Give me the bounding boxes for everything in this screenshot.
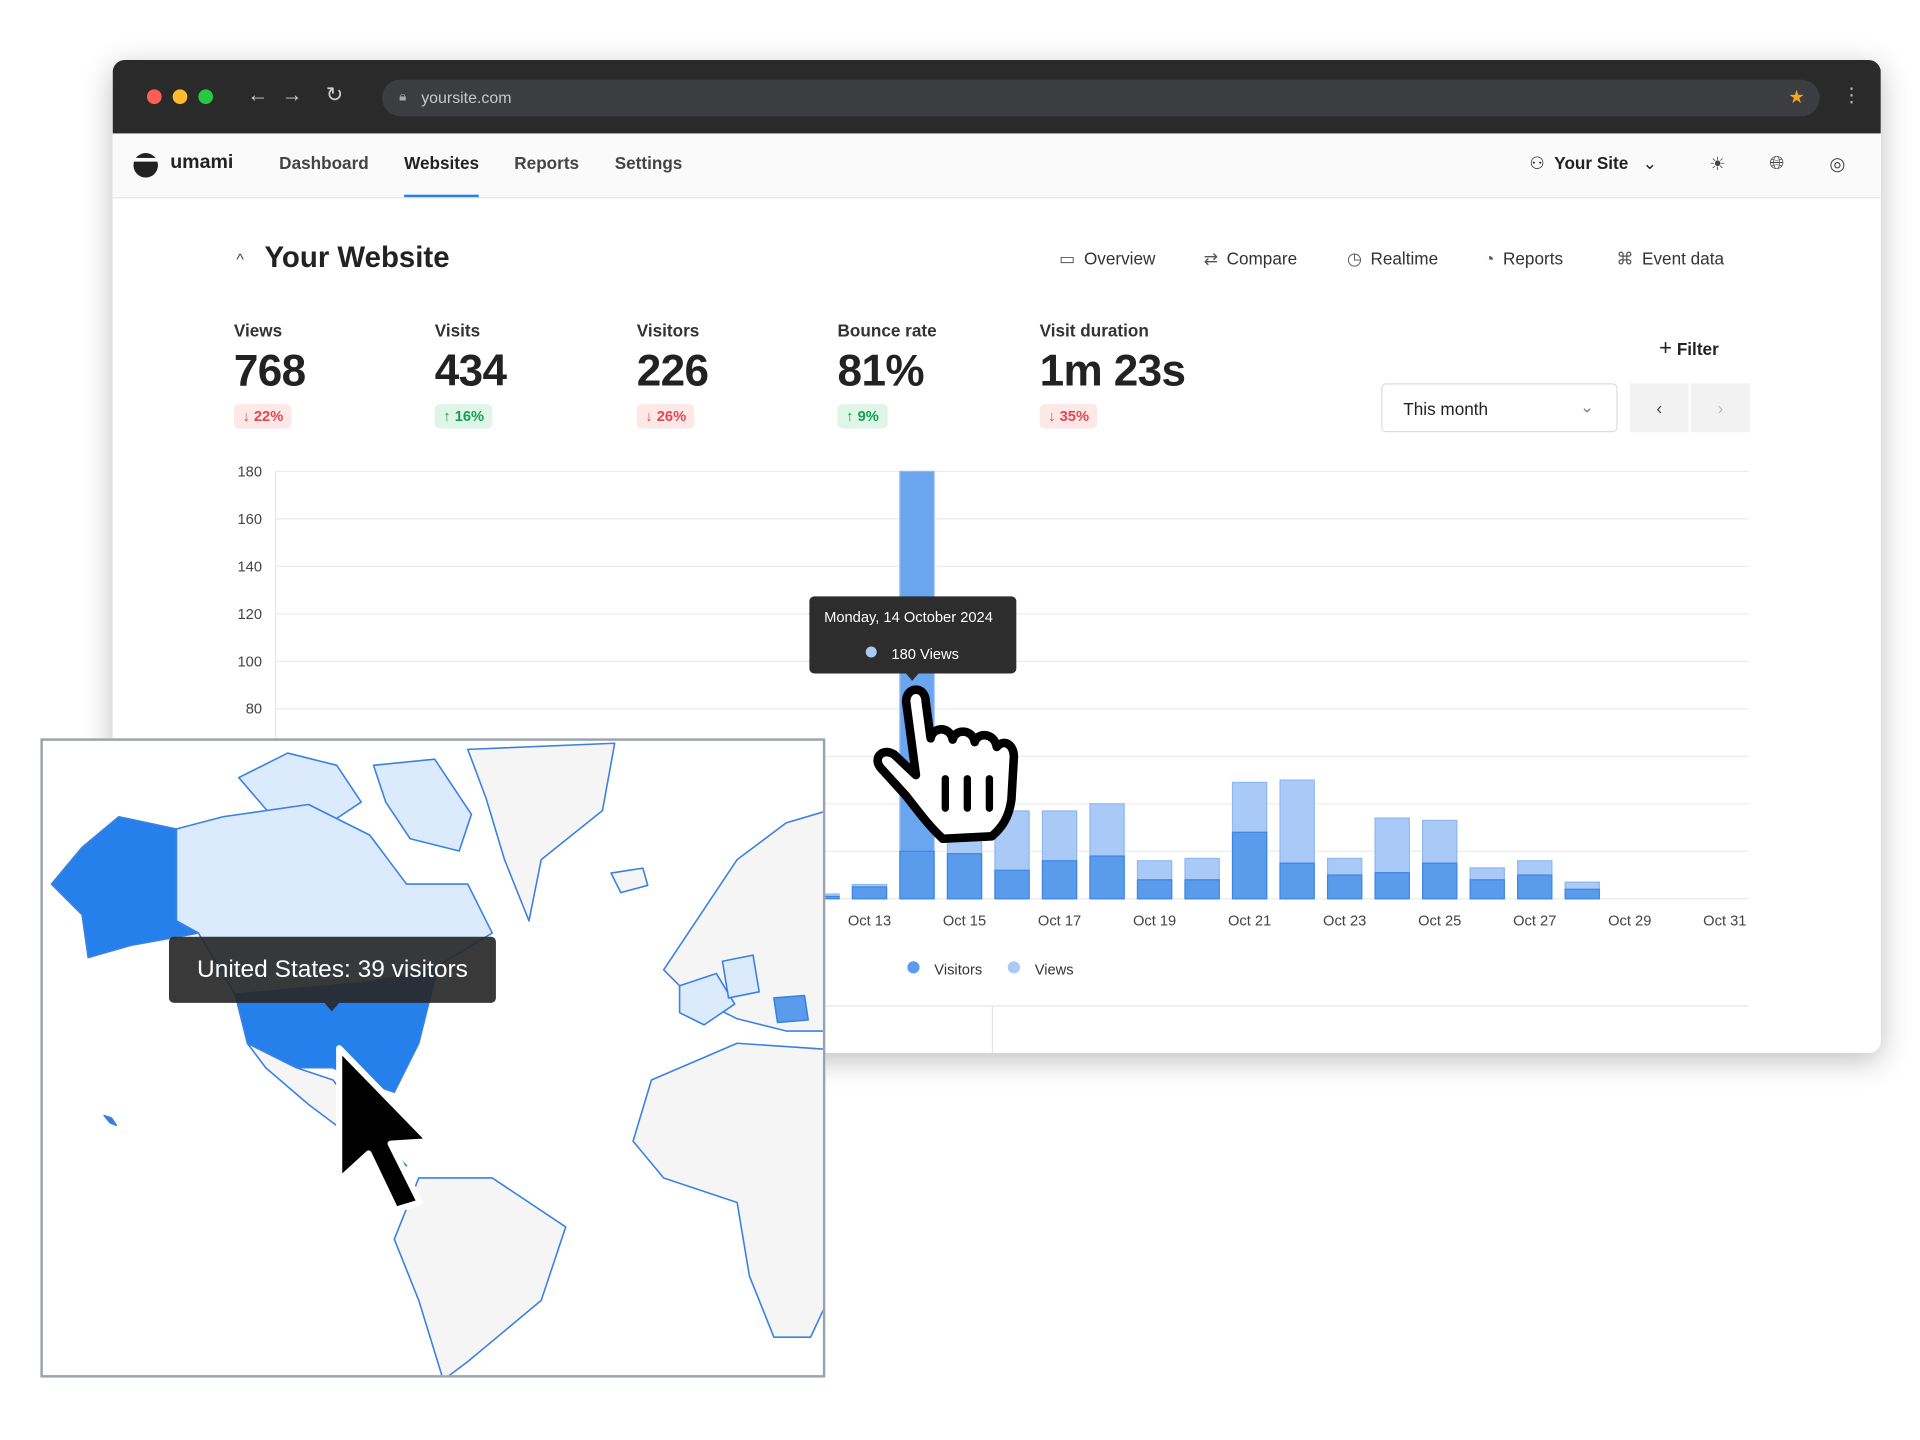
- bar-visitors: [1421, 862, 1458, 900]
- tooltip-pointer: [324, 1002, 340, 1012]
- bar-visitors: [946, 853, 983, 900]
- y-tick-label: 180: [238, 464, 263, 480]
- bar-visitors: [1469, 879, 1505, 900]
- x-tick-label: Oct 19: [1133, 914, 1176, 930]
- bar-visitors: [1184, 879, 1220, 900]
- x-tick-label: Oct 15: [943, 914, 986, 930]
- bar-visitors: [851, 886, 888, 900]
- map-tooltip: United States: 39 visitors: [168, 936, 496, 1012]
- bar-visitors: [1326, 874, 1363, 900]
- x-tick-label: Oct 17: [1038, 914, 1081, 930]
- tooltip-swatch: [865, 646, 877, 658]
- bar-visitors: [1279, 862, 1315, 900]
- divider: [991, 1005, 994, 1054]
- bar-visitors: [899, 850, 935, 900]
- country-germany: [721, 954, 760, 999]
- y-tick-label: 160: [238, 512, 263, 528]
- map-tooltip-text: United States: 39 visitors: [197, 956, 468, 984]
- y-tick-label: 100: [238, 654, 263, 670]
- bar-visitors: [1374, 872, 1410, 900]
- legend-visitors-swatch: [907, 961, 920, 974]
- tooltip-date: Monday, 14 October 2024: [824, 608, 993, 626]
- bar-visitors: [994, 869, 1030, 900]
- hand-pointer-cursor-icon: [873, 685, 1019, 844]
- country-greenland: [466, 742, 616, 922]
- x-tick-label: Oct 29: [1608, 914, 1651, 930]
- y-tick-label: 80: [246, 702, 262, 718]
- arrow-cursor-icon: [336, 1045, 433, 1213]
- world-map[interactable]: United States: 39 visitors: [40, 738, 826, 1378]
- bar-visitors: [1231, 831, 1268, 900]
- x-tick-label: Oct 25: [1418, 914, 1461, 930]
- y-tick-label: 120: [238, 607, 263, 623]
- bar-visitors: [1089, 855, 1125, 900]
- country-hawaii: [103, 1114, 118, 1127]
- country-romania: [773, 994, 809, 1024]
- x-tick-label: Oct 27: [1513, 914, 1556, 930]
- legend-views-label[interactable]: Views: [1035, 961, 1074, 978]
- x-tick-label: Oct 13: [848, 914, 891, 930]
- tooltip-pointer: [904, 672, 920, 681]
- bar-visitors: [1136, 879, 1173, 900]
- legend-visitors-label[interactable]: Visitors: [934, 961, 982, 978]
- bar-visitors: [1564, 888, 1600, 900]
- continent-africa: [632, 1042, 823, 1338]
- tooltip-value: 180 Views: [891, 645, 959, 663]
- arctic-islands: [372, 758, 473, 852]
- x-tick-label: Oct 31: [1703, 914, 1746, 930]
- x-tick-label: Oct 21: [1228, 914, 1271, 930]
- chart-tooltip: Monday, 14 October 2024 180 Views: [809, 596, 1017, 681]
- x-tick-label: Oct 23: [1323, 914, 1366, 930]
- legend-views-swatch: [1007, 961, 1021, 974]
- divider: [808, 1005, 1749, 1007]
- bar-visitors: [1041, 860, 1078, 900]
- country-iceland: [610, 867, 649, 894]
- bar-visitors: [1517, 874, 1553, 900]
- y-tick-label: 140: [238, 559, 263, 575]
